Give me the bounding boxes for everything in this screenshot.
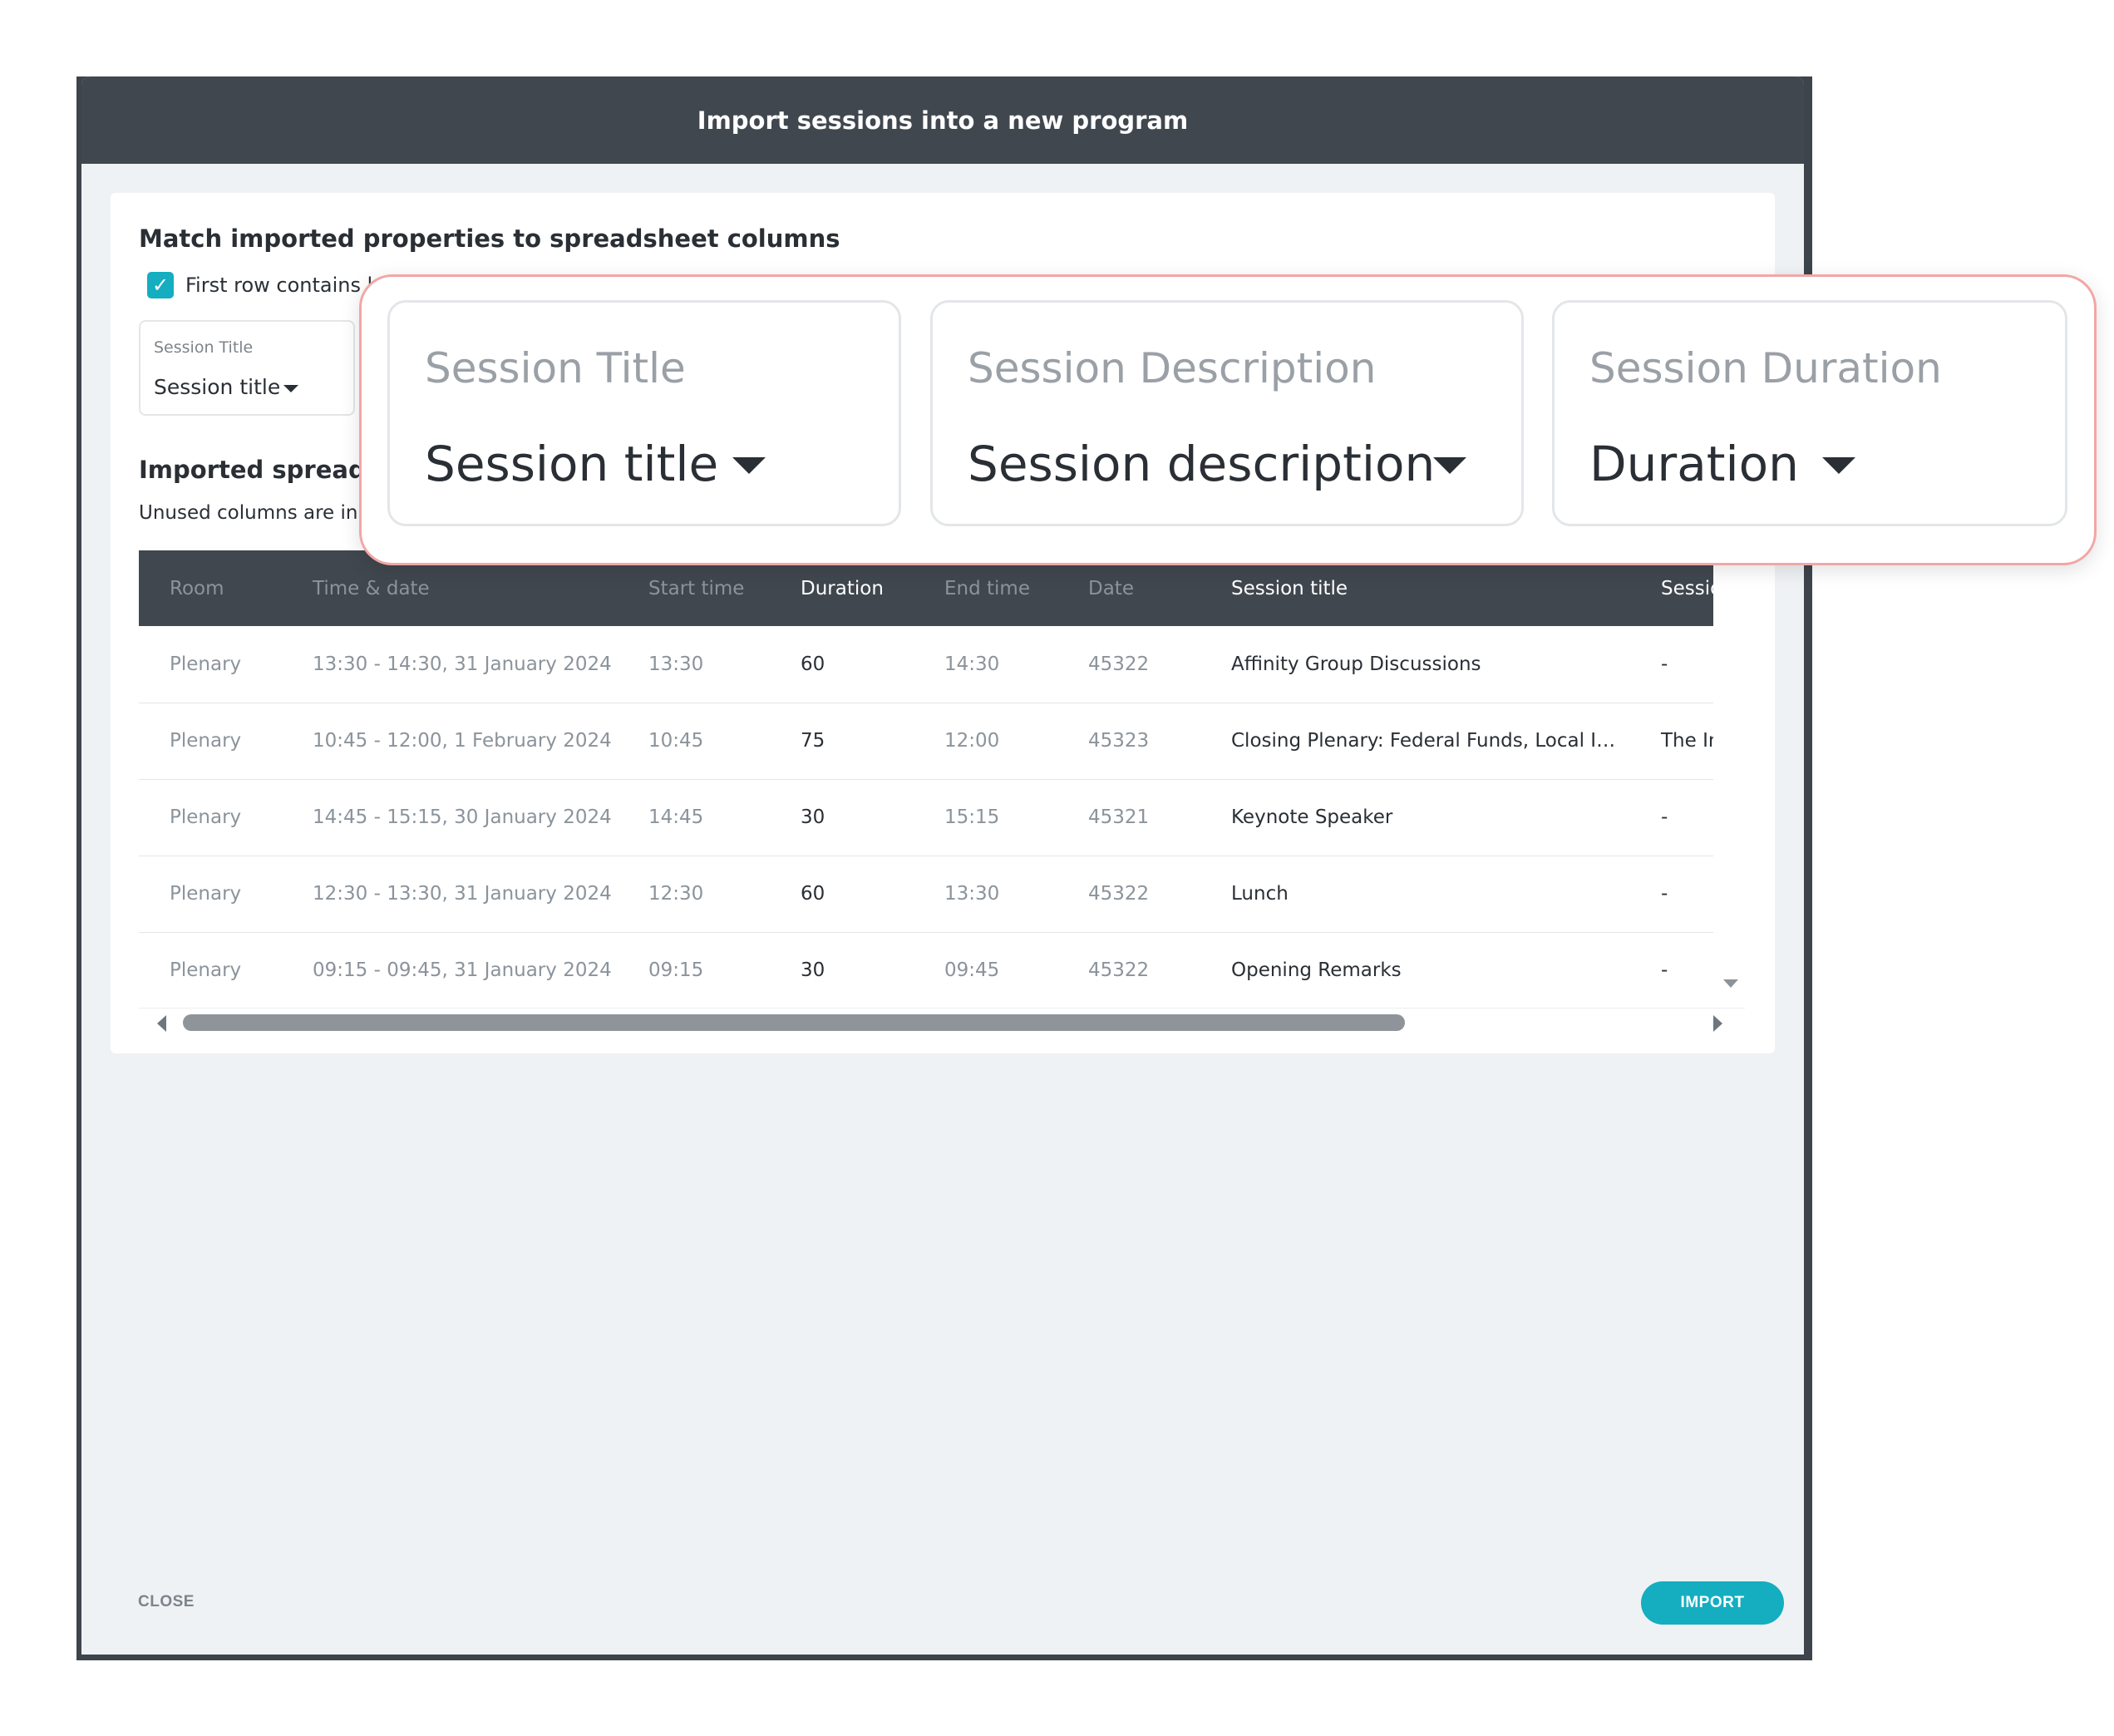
chevron-down-icon — [1822, 457, 1855, 474]
cell-room: Plenary — [170, 653, 242, 675]
cell-session-title: Closing Plenary: Federal Funds, Local I… — [1231, 730, 1616, 752]
session-title-select-label: Session Title — [154, 338, 254, 357]
zoom-session-title-label: Session Title — [425, 344, 686, 392]
cell-time-date: 12:30 - 13:30, 31 January 2024 — [313, 883, 612, 905]
cell-session-title: Opening Remarks — [1231, 959, 1402, 981]
zoom-session-description-select[interactable]: Session Description Session description — [930, 300, 1524, 526]
cell-end-time: 15:15 — [944, 806, 1000, 828]
cell-end-time: 09:45 — [944, 959, 1000, 981]
cell-room: Plenary — [170, 730, 242, 752]
spreadsheet-table-viewport[interactable]: Room Time & date Start time Duration End… — [139, 550, 1713, 1008]
spreadsheet-table: Room Time & date Start time Duration End… — [139, 550, 1713, 1008]
zoom-session-description-label: Session Description — [968, 344, 1377, 392]
cell-duration: 60 — [801, 883, 825, 905]
session-title-select-value: Session title — [154, 375, 281, 399]
table-row: Plenary 10:45 - 12:00, 1 February 2024 1… — [139, 703, 1713, 779]
cell-time-date: 10:45 - 12:00, 1 February 2024 — [313, 730, 612, 752]
cell-start-time: 14:45 — [648, 806, 704, 828]
cell-room: Plenary — [170, 959, 242, 981]
cell-room: Plenary — [170, 883, 242, 905]
horizontal-scrollbar-thumb[interactable] — [183, 1014, 1405, 1031]
table-row: Plenary 14:45 - 15:15, 30 January 2024 1… — [139, 779, 1713, 856]
close-button[interactable]: CLOSE — [138, 1593, 195, 1611]
header-row-checkbox-label: First row contains he — [185, 274, 392, 297]
chevron-down-icon — [732, 457, 766, 474]
cell-room: Plenary — [170, 806, 242, 828]
cell-start-time: 13:30 — [648, 653, 704, 675]
modal-header: Import sessions into a new program — [81, 76, 1804, 164]
cell-duration: 30 — [801, 959, 825, 981]
cell-date: 45322 — [1088, 653, 1150, 675]
cell-session-description: The In — [1661, 730, 1713, 752]
chevron-down-icon — [1433, 457, 1466, 474]
cell-duration: 30 — [801, 806, 825, 828]
horizontal-scrollbar[interactable] — [139, 1008, 1745, 1038]
chevron-down-icon — [283, 385, 298, 392]
spreadsheet-section-subtitle: Unused columns are in fa — [139, 502, 382, 524]
zoom-callout: Session Title Session title Session Desc… — [359, 274, 2097, 565]
cell-start-time: 10:45 — [648, 730, 704, 752]
cell-session-title: Lunch — [1231, 883, 1289, 905]
zoom-session-description-value: Session description — [968, 436, 1436, 492]
zoom-session-title-select[interactable]: Session Title Session title — [387, 300, 901, 526]
cell-session-description: - — [1661, 883, 1668, 905]
checkmark-icon: ✓ — [151, 274, 170, 297]
import-button[interactable]: IMPORT — [1641, 1581, 1784, 1625]
stage: Import sessions into a new program Match… — [0, 0, 2114, 1736]
modal-title: Import sessions into a new program — [697, 106, 1189, 135]
cell-session-description: - — [1661, 653, 1668, 675]
mapping-section-title: Match imported properties to spreadsheet… — [139, 224, 840, 253]
cell-date: 45321 — [1088, 806, 1150, 828]
zoom-session-duration-label: Session Duration — [1589, 344, 1942, 392]
scroll-left-arrow-icon[interactable] — [157, 1015, 166, 1032]
table-row: Plenary 13:30 - 14:30, 31 January 2024 1… — [139, 626, 1713, 703]
header-row-checkbox[interactable]: ✓ — [147, 272, 174, 298]
cell-end-time: 12:00 — [944, 730, 1000, 752]
scroll-down-arrow-icon[interactable] — [1723, 979, 1738, 988]
column-header-room: Room — [170, 577, 224, 599]
zoom-session-title-value: Session title — [425, 436, 719, 492]
spreadsheet-preview: Room Time & date Start time Duration End… — [139, 550, 1745, 1038]
cell-start-time: 12:30 — [648, 883, 704, 905]
cell-date: 45322 — [1088, 883, 1150, 905]
zoom-session-duration-value: Duration — [1589, 436, 1799, 492]
cell-date: 45323 — [1088, 730, 1150, 752]
cell-start-time: 09:15 — [648, 959, 704, 981]
cell-time-date: 13:30 - 14:30, 31 January 2024 — [313, 653, 612, 675]
header-row-option[interactable]: ✓ First row contains he — [147, 272, 392, 298]
cell-session-description: - — [1661, 959, 1668, 981]
zoom-session-duration-select[interactable]: Session Duration Duration — [1552, 300, 2067, 526]
session-title-select[interactable]: Session Title Session title — [139, 320, 355, 416]
cell-end-time: 14:30 — [944, 653, 1000, 675]
cell-session-title: Keynote Speaker — [1231, 806, 1393, 828]
cell-date: 45322 — [1088, 959, 1150, 981]
cell-duration: 75 — [801, 730, 825, 752]
cell-time-date: 14:45 - 15:15, 30 January 2024 — [313, 806, 612, 828]
cell-session-title: Affinity Group Discussions — [1231, 653, 1481, 675]
scroll-right-arrow-icon[interactable] — [1713, 1015, 1722, 1032]
cell-time-date: 09:15 - 09:45, 31 January 2024 — [313, 959, 612, 981]
cell-end-time: 13:30 — [944, 883, 1000, 905]
table-row: Plenary 09:15 - 09:45, 31 January 2024 0… — [139, 932, 1713, 1008]
cell-duration: 60 — [801, 653, 825, 675]
table-row: Plenary 12:30 - 13:30, 31 January 2024 1… — [139, 856, 1713, 932]
cell-session-description: - — [1661, 806, 1668, 828]
